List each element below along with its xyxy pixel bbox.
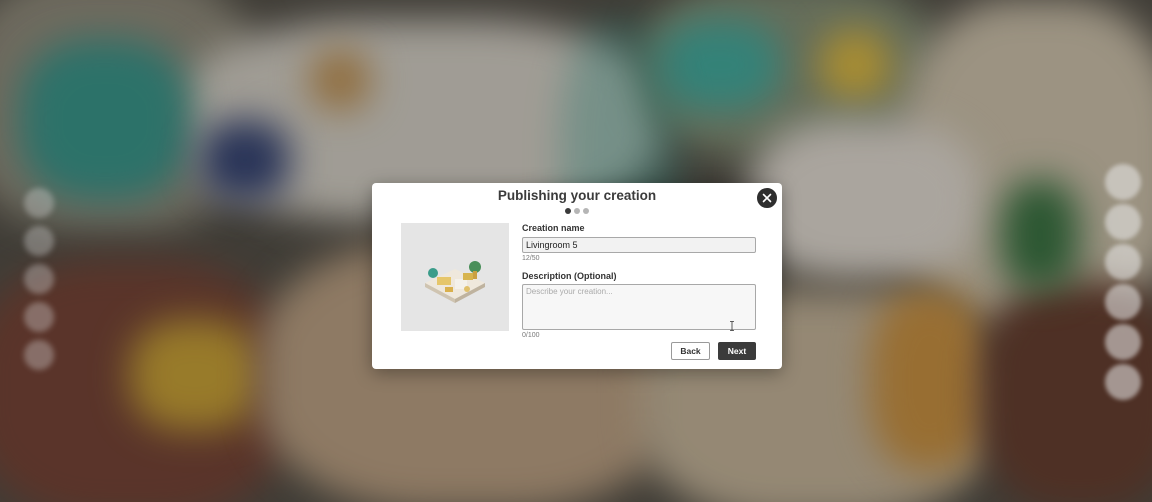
creation-preview-image [401, 223, 509, 331]
description-counter: 0/100 [522, 332, 540, 339]
creation-name-counter: 12/50 [522, 255, 540, 262]
step-indicator [372, 208, 782, 214]
step-dot-2 [574, 208, 580, 214]
dialog-title: Publishing your creation [497, 188, 657, 203]
left-tool-button [24, 340, 54, 370]
description-label: Description (Optional) [522, 271, 617, 281]
description-input[interactable] [522, 284, 756, 330]
creation-form: Creation name 12/50 Description (Optiona… [522, 223, 756, 339]
close-button[interactable] [757, 188, 777, 208]
left-tool-button [24, 188, 54, 218]
left-tool-button [24, 264, 54, 294]
step-dot-3 [583, 208, 589, 214]
right-tool-button [1105, 364, 1141, 400]
creation-name-input[interactable] [522, 237, 756, 253]
right-tool-button [1105, 284, 1141, 320]
left-toolbar-blurred [20, 180, 58, 378]
right-tool-button [1105, 164, 1141, 200]
right-tool-button [1105, 244, 1141, 280]
right-tool-button [1105, 324, 1141, 360]
left-tool-button [24, 226, 54, 256]
step-dot-1 [565, 208, 571, 214]
text-cursor-icon [730, 321, 734, 331]
right-toolbar-blurred [1100, 160, 1146, 404]
right-tool-button [1105, 204, 1141, 240]
close-icon [762, 193, 772, 203]
left-tool-button [24, 302, 54, 332]
creation-name-label: Creation name [522, 223, 585, 233]
room-preview-icon [425, 261, 485, 303]
publish-dialog: Publishing your creation Creation name 1… [372, 183, 782, 369]
back-button[interactable]: Back [671, 342, 710, 360]
next-button[interactable]: Next [718, 342, 756, 360]
